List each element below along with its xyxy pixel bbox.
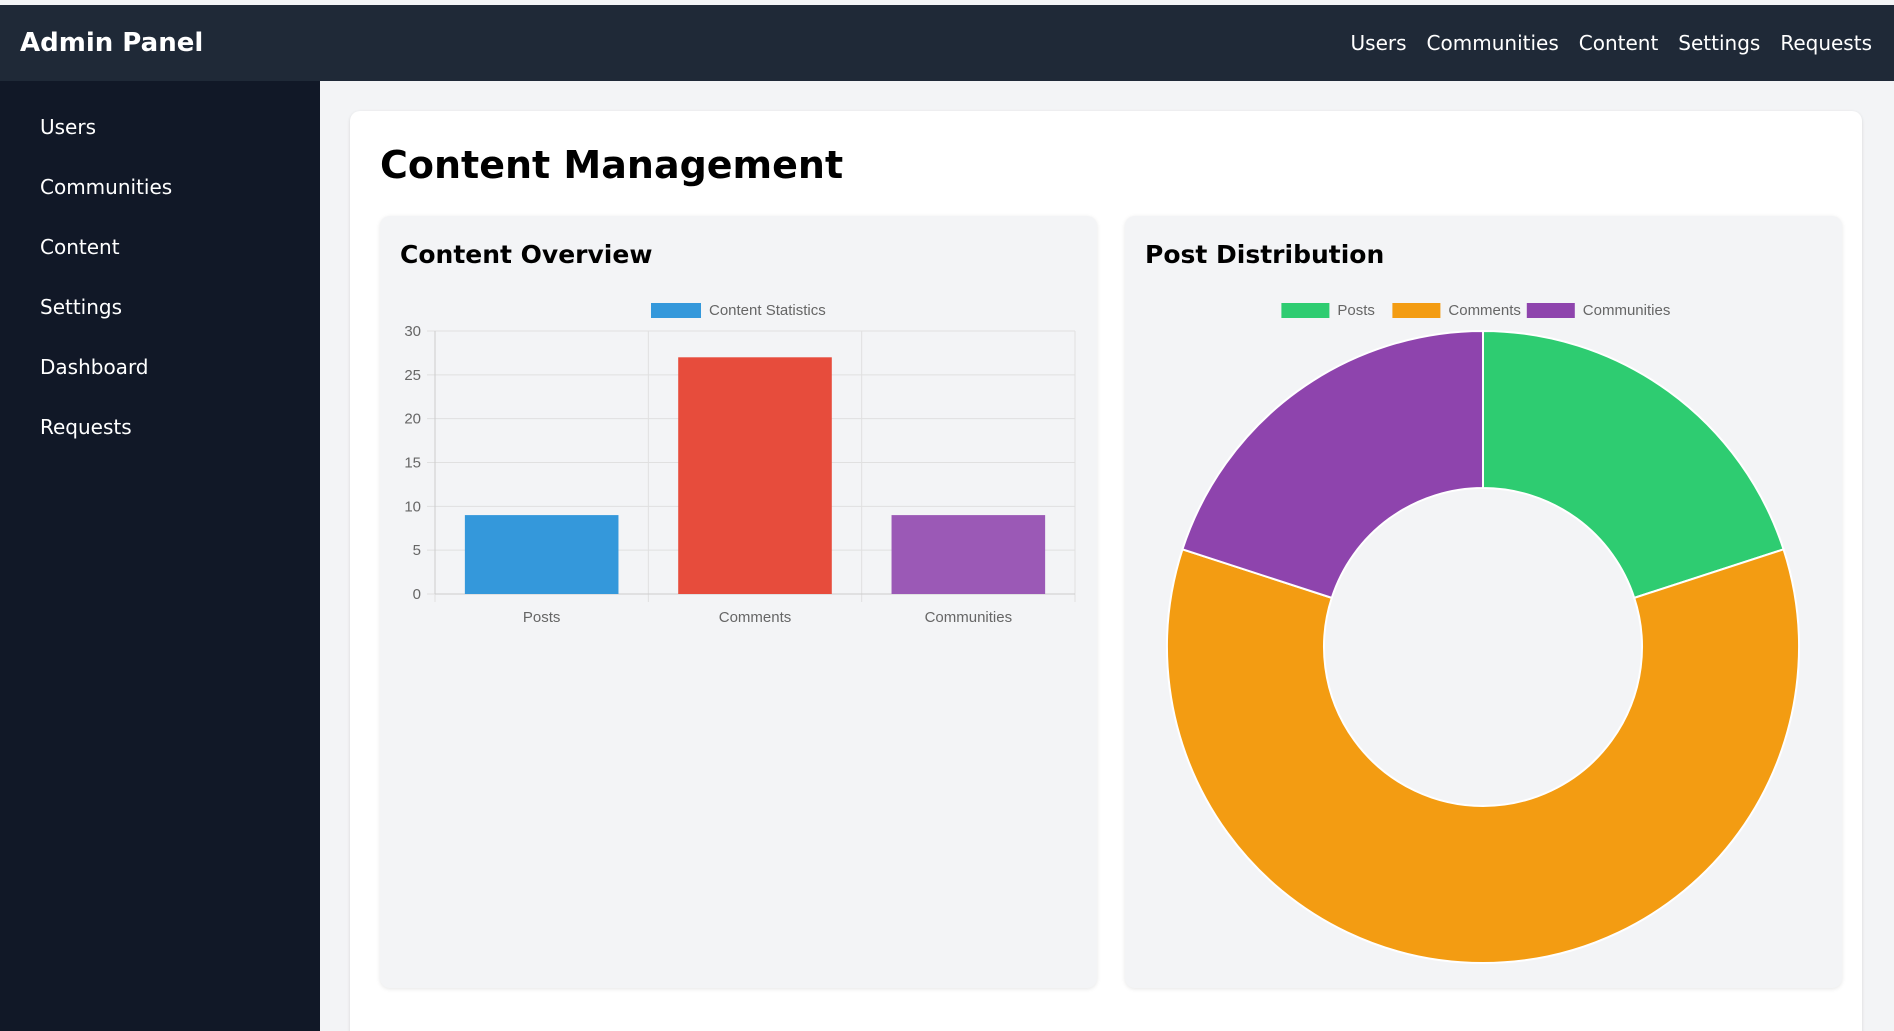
x-tick-label: Communities (925, 609, 1013, 626)
legend-swatch-comments (1392, 303, 1441, 318)
content-overview-panel: Content Overview Content Statistics 0 5 10 1… (380, 216, 1097, 988)
post-distribution-panel: Post Distribution Posts Comments Communiti… (1125, 216, 1842, 988)
topnav-communities[interactable]: Communities (1417, 31, 1569, 55)
page-title: Content Management (380, 143, 844, 187)
slice-posts (1482, 329, 1785, 600)
y-tick-label: 10 (404, 498, 421, 515)
sidebar-item-users[interactable]: Users (0, 107, 320, 167)
x-tick-label: Posts (523, 609, 561, 626)
sidebar-item-dashboard[interactable]: Dashboard (0, 347, 320, 407)
main-content: Content Management Content Overview Cont… (320, 81, 1894, 1031)
y-tick-label: 25 (404, 367, 421, 384)
legend-label-posts: Posts (1337, 302, 1375, 319)
bar-posts (464, 515, 619, 594)
sidebar-item-requests[interactable]: Requests (0, 407, 320, 467)
donut-chart: Posts Comments Communities (1166, 302, 1800, 964)
sidebar: Users Communities Content Settings Dashb… (0, 81, 320, 1031)
top-navbar: Admin Panel Users Communities Content Se… (0, 5, 1894, 81)
y-tick-label: 5 (413, 542, 421, 559)
legend-label-content-statistics: Content Statistics (709, 302, 826, 319)
y-tick-label: 30 (404, 323, 421, 340)
y-tick-label: 0 (413, 586, 421, 603)
legend-swatch-posts (1281, 303, 1330, 318)
legend-swatch-content-statistics (651, 303, 701, 318)
top-nav: Users Communities Content Settings Reque… (1341, 31, 1882, 55)
sidebar-item-settings[interactable]: Settings (0, 287, 320, 347)
y-tick-label: 15 (404, 455, 421, 472)
x-tick-label: Comments (719, 609, 792, 626)
slice-communities (1181, 329, 1484, 600)
content-card: Content Management Content Overview Cont… (350, 111, 1862, 1031)
sidebar-item-communities[interactable]: Communities (0, 167, 320, 227)
app-title: Admin Panel (20, 28, 204, 58)
sidebar-item-content[interactable]: Content (0, 227, 320, 287)
y-tick-label: 20 (404, 411, 421, 428)
topnav-settings[interactable]: Settings (1668, 31, 1770, 55)
legend-label-communities: Communities (1583, 302, 1671, 319)
legend-label-comments: Comments (1448, 302, 1521, 319)
slice-comments (1166, 548, 1800, 964)
topnav-users[interactable]: Users (1341, 31, 1417, 55)
legend-swatch-communities (1526, 303, 1575, 318)
bar-communities (891, 515, 1046, 594)
bar-comments (678, 357, 832, 594)
topnav-content[interactable]: Content (1569, 31, 1669, 55)
topnav-requests[interactable]: Requests (1770, 31, 1882, 55)
bar-chart: Content Statistics 0 5 10 15 20 25 30 Posts Comme… (404, 302, 1076, 626)
